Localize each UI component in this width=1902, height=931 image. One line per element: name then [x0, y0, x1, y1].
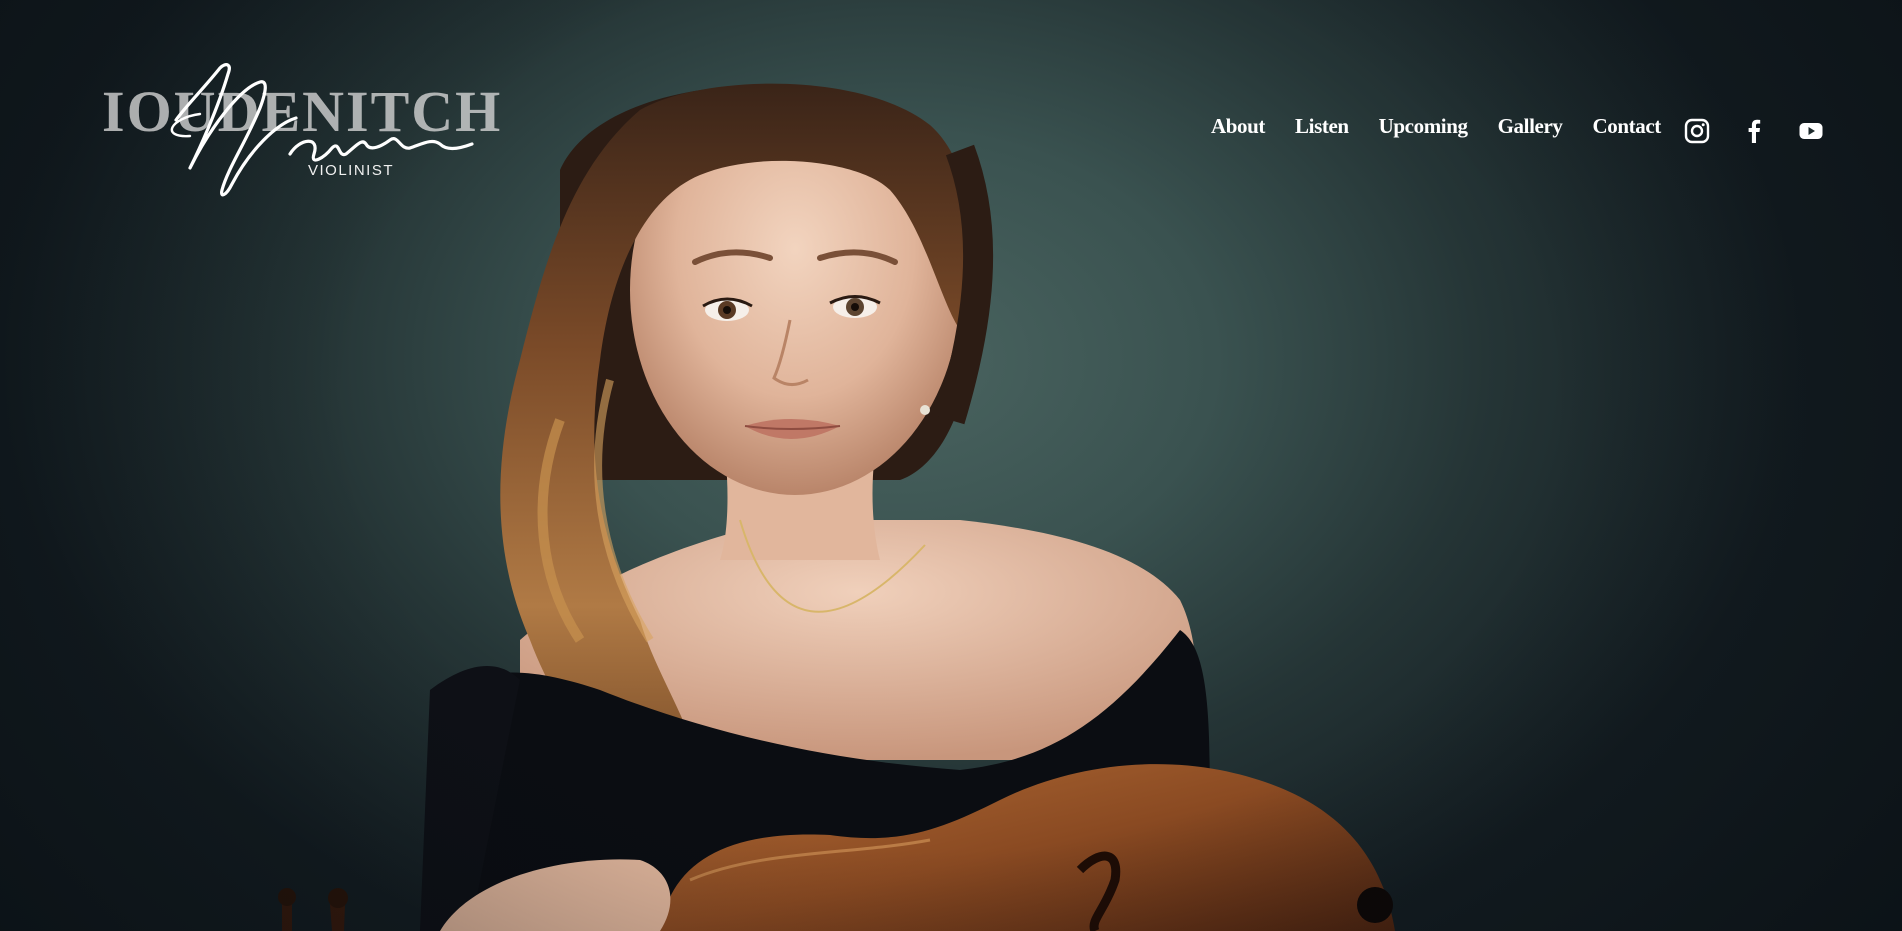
- facebook-icon[interactable]: [1741, 118, 1769, 146]
- logo-tagline: VIOLINIST: [308, 162, 395, 179]
- nav-link-listen[interactable]: Listen: [1295, 116, 1349, 137]
- site-header: IOUDENITCH VIOLINIST About Listen Upcomi…: [0, 0, 1902, 200]
- hero-section: IOUDENITCH VIOLINIST About Listen Upcomi…: [0, 0, 1902, 931]
- nav-link-gallery[interactable]: Gallery: [1498, 116, 1563, 137]
- social-links: [1684, 118, 1855, 146]
- site-logo[interactable]: IOUDENITCH VIOLINIST: [100, 58, 520, 198]
- main-nav: About Listen Upcoming Gallery Contact: [1211, 116, 1691, 137]
- nav-link-about[interactable]: About: [1211, 116, 1265, 137]
- instagram-icon[interactable]: [1684, 118, 1712, 146]
- nav-link-contact[interactable]: Contact: [1592, 116, 1661, 137]
- youtube-icon[interactable]: [1798, 118, 1826, 146]
- nav-link-upcoming[interactable]: Upcoming: [1379, 116, 1468, 137]
